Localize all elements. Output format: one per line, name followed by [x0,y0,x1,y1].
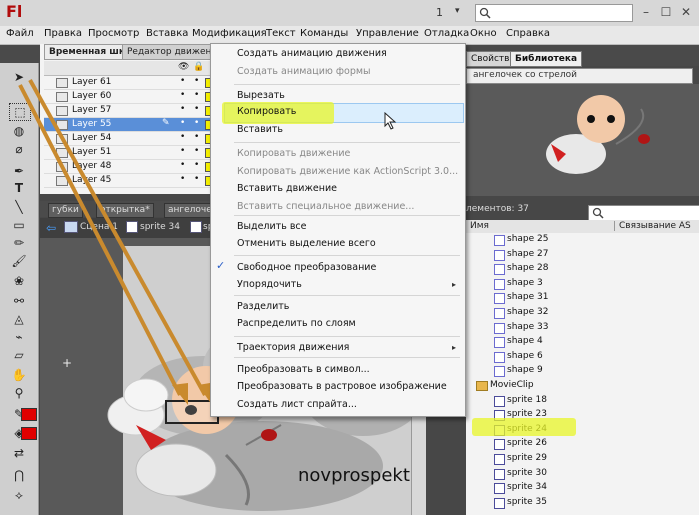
context-menu-item[interactable]: Преобразовать в символ... [237,364,370,375]
context-menu-item[interactable]: Копировать движение как ActionScript 3.0… [237,166,458,177]
library-item[interactable]: shape 27 [466,248,699,262]
library-item-name: sprite 35 [507,496,547,507]
context-menu-item[interactable]: Распределить по слоям [237,318,356,329]
menu-separator [234,215,460,216]
cupid-preview-image [546,95,650,174]
library-item-name: shape 4 [507,336,543,347]
library-item[interactable]: sprite 34 [466,481,699,495]
library-item[interactable]: sprite 29 [466,452,699,466]
library-item[interactable]: shape 32 [466,306,699,320]
context-menu-item[interactable]: Разделить [237,301,289,312]
graphic-icon [494,308,505,319]
context-menu-item[interactable]: Преобразовать в растровое изображение [237,381,447,392]
library-list: shape 25 shape 27 shape 28 shape 3 shape 31 s… [466,233,699,515]
submenu-arrow-icon: ▸ [452,280,457,289]
library-item[interactable]: shape 4 [466,335,699,349]
column-as-linkage[interactable]: Связывание AS [614,221,691,231]
context-menu-item[interactable]: Траектория движения [237,342,349,353]
checkmark-icon: ✓ [216,259,226,272]
library-item-count: лементов: 37 [466,204,529,214]
graphic-icon [494,293,505,305]
menu-separator [234,336,460,337]
library-column-header: Имя Связывание AS [466,220,699,234]
mouse-cursor-icon [384,112,397,130]
library-item-name: shape 25 [507,234,549,244]
context-menu-item[interactable]: Вырезать [237,90,285,101]
library-item-name: sprite 26 [507,438,547,449]
movieclip-icon [494,395,505,407]
library-item[interactable]: shape 3 [466,277,699,291]
context-menu-item[interactable]: Создать лист спрайта... [237,399,357,410]
context-menu-item[interactable]: Вставить специальное движение... [237,201,414,212]
svg-text:+: + [62,356,72,370]
column-name[interactable]: Имя [470,221,489,231]
library-item-name: sprite 30 [507,467,547,478]
graphic-icon [494,249,505,261]
library-folder[interactable]: MovieClip [466,379,699,393]
library-item-name: sprite 29 [507,453,547,463]
library-item-name: sprite 18 [507,394,547,405]
movieclip-icon [494,497,505,509]
tab-library[interactable]: Библиотека [510,51,583,67]
context-menu-item[interactable]: Копировать [237,106,296,117]
graphic-icon [494,235,505,246]
library-item[interactable]: shape 28 [466,262,699,276]
graphic-icon [494,337,505,349]
menu-separator [234,295,460,296]
context-menu-item[interactable]: Вставить движение [237,183,337,194]
graphic-icon [494,366,505,378]
right-panel-tabs: Свойства Библиотека [466,50,699,67]
library-item-name: shape 9 [507,365,543,376]
menu-separator [234,142,460,143]
context-menu-item[interactable]: Создать анимацию формы [237,66,371,77]
graphic-icon [494,264,505,276]
library-item[interactable]: shape 33 [466,321,699,335]
library-document-name: ангелочек со стрелой [473,70,577,80]
library-item[interactable]: sprite 30 [466,467,699,481]
library-item[interactable]: shape 9 [466,364,699,378]
library-item-name: shape 32 [507,307,549,317]
context-menu-item[interactable]: Отменить выделение всего [237,238,376,249]
graphic-icon [494,278,505,290]
library-item-name: shape 27 [507,248,549,259]
library-search-input[interactable] [588,205,699,221]
library-document-select[interactable]: ангелочек со стрелой [466,68,693,84]
context-menu-item[interactable]: Создать анимацию движения [237,48,387,59]
search-icon [592,207,604,219]
library-item[interactable]: sprite 35 [466,496,699,510]
library-item-name: shape 31 [507,292,549,303]
folder-icon [476,381,488,391]
library-item[interactable]: shape 25 [466,233,699,247]
context-menu-item[interactable]: Свободное преобразование [237,262,376,273]
context-menu-item[interactable]: Упорядочить [237,279,302,290]
menu-separator [234,255,460,256]
movieclip-icon [494,439,505,451]
library-item[interactable]: shape 31 [466,291,699,305]
movieclip-icon [494,468,505,480]
library-item-name: sprite 34 [507,482,547,493]
graphic-icon [494,322,505,334]
context-menu-item[interactable]: Вставить [237,124,283,135]
library-item-name: shape 33 [507,321,549,332]
library-item[interactable]: sprite 18 [466,394,699,408]
context-menu-item[interactable]: Копировать движение [237,148,350,159]
library-item[interactable]: sprite 26 [466,437,699,451]
menu-separator [234,84,460,85]
movieclip-icon [494,483,505,495]
context-menu-item[interactable]: Выделить все [237,221,307,232]
menu-separator [234,357,460,358]
highlight-marker [472,418,576,436]
library-item-name: MovieClip [490,380,534,390]
library-item[interactable]: shape 6 [466,350,699,364]
graphic-icon [494,351,505,363]
movieclip-icon [494,454,505,465]
submenu-arrow-icon: ▸ [452,343,457,352]
library-item-name: shape 6 [507,350,543,361]
library-item-name: shape 28 [507,263,549,274]
library-item-name: shape 3 [507,277,543,288]
library-preview [466,84,699,196]
